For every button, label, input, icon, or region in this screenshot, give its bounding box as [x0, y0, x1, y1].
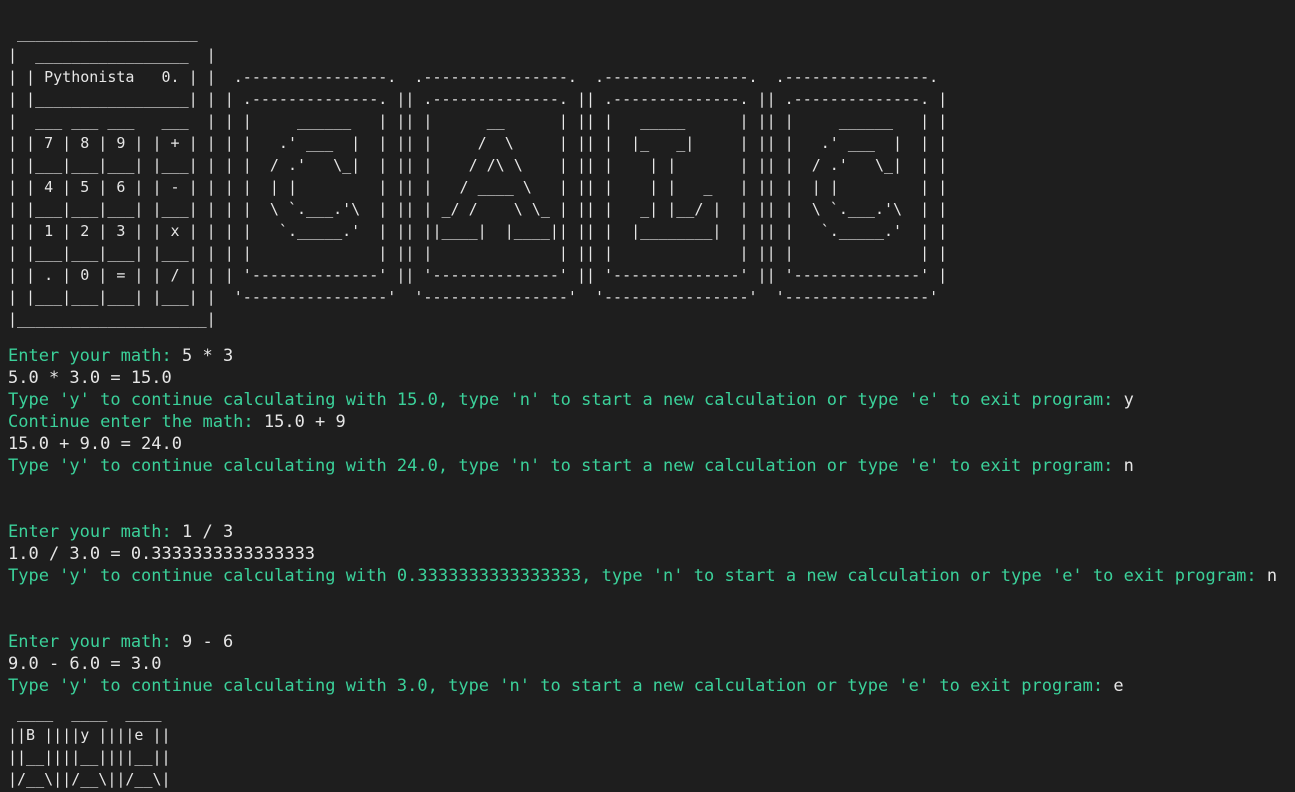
- terminal-line: Enter your math: 1 / 3: [8, 521, 1288, 543]
- prompt-text: Type 'y' to continue calculating with 15…: [8, 390, 1124, 410]
- prompt-text: Enter your math:: [8, 522, 182, 542]
- terminal-line: Type 'y' to continue calculating with 3.…: [8, 675, 1288, 697]
- prompt-text: Type 'y' to continue calculating with 24…: [8, 456, 1124, 476]
- user-input-text: 5 * 3: [182, 346, 234, 366]
- prompt-text: Enter your math:: [8, 632, 182, 652]
- terminal-window[interactable]: ____________________ | _________________…: [0, 0, 1295, 792]
- user-input-text: 15.0 + 9: [263, 412, 346, 432]
- prompt-text: Type 'y' to continue calculating with 3.…: [8, 676, 1114, 696]
- terminal-line: 5.0 * 3.0 = 15.0: [8, 367, 1288, 389]
- prompt-text: Type 'y' to continue calculating with 0.…: [8, 566, 1267, 586]
- bye-ascii-art: ____ ____ ____ ||B ||||y ||||e || ||__||…: [8, 704, 171, 788]
- session-output: Enter your math: 5 * 3 5.0 * 3.0 = 15.0 Ty…: [8, 345, 1288, 697]
- result-output: 5.0 * 3.0 = 15.0: [8, 368, 172, 388]
- terminal-line: Type 'y' to continue calculating with 24…: [8, 455, 1288, 477]
- result-output: 9.0 - 6.0 = 3.0: [8, 654, 162, 674]
- terminal-line: 15.0 + 9.0 = 24.0: [8, 433, 1288, 455]
- terminal-line: Type 'y' to continue calculating with 0.…: [8, 565, 1288, 587]
- terminal-line: Continue enter the math: 15.0 + 9: [8, 411, 1288, 433]
- terminal-line: Type 'y' to continue calculating with 15…: [8, 389, 1288, 411]
- terminal-line: 1.0 / 3.0 = 0.3333333333333333: [8, 543, 1288, 565]
- prompt-text: Continue enter the math:: [8, 412, 264, 432]
- terminal-line: Enter your math: 5 * 3: [8, 345, 1288, 367]
- terminal-line: Enter your math: 9 - 6: [8, 631, 1288, 653]
- calc-ascii-banner: ____________________ | _________________…: [8, 24, 948, 328]
- user-input-text: n: [1266, 566, 1278, 586]
- result-output: 15.0 + 9.0 = 24.0: [8, 434, 182, 454]
- prompt-text: Enter your math:: [8, 346, 182, 366]
- user-input-text: 9 - 6: [182, 632, 234, 652]
- user-input-text: e: [1113, 676, 1124, 696]
- user-input-text: 1 / 3: [182, 522, 234, 542]
- terminal-line: 9.0 - 6.0 = 3.0: [8, 653, 1288, 675]
- user-input-text: y: [1123, 390, 1134, 410]
- result-output: 1.0 / 3.0 = 0.3333333333333333: [8, 544, 316, 564]
- user-input-text: n: [1123, 456, 1134, 476]
